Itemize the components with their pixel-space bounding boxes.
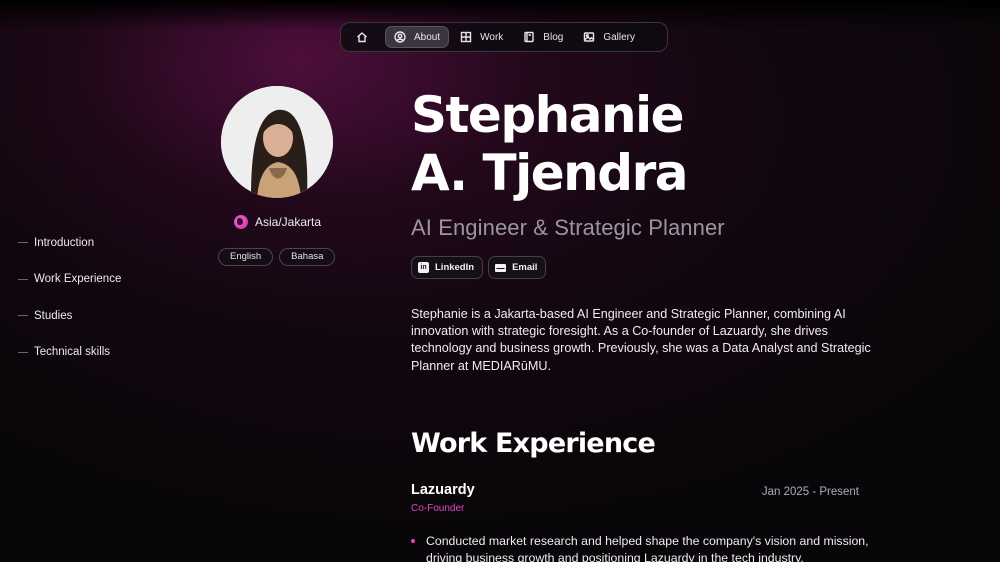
- toc-item-work-experience[interactable]: Work Experience: [18, 273, 121, 286]
- job-bullet: Conducted market research and helped sha…: [411, 533, 871, 562]
- job-date: Jan 2025 - Present: [761, 486, 859, 498]
- nav-home-button[interactable]: [345, 26, 379, 48]
- nav-blog-button[interactable]: Blog: [514, 26, 572, 48]
- nav-blog-label: Blog: [543, 31, 564, 43]
- social-links: in LinkedIn Email: [411, 256, 547, 279]
- toc-label: Introduction: [34, 236, 95, 249]
- globe-icon: [234, 215, 248, 229]
- toc-line: [18, 242, 28, 243]
- role-subtitle: AI Engineer & Strategic Planner: [411, 215, 725, 240]
- page-title: Stephanie A. Tjendra: [411, 86, 831, 202]
- toc-line: [18, 278, 28, 280]
- name-line-2: A. Tjendra: [411, 144, 688, 202]
- user-circle-icon: [394, 31, 406, 43]
- toc-label: Technical skills: [34, 346, 111, 358]
- nav-about-label: About: [414, 31, 441, 43]
- nav-gallery-button[interactable]: Gallery: [574, 26, 644, 48]
- top-nav: About Work Blog Gallery: [340, 22, 668, 52]
- toc-item-technical-skills[interactable]: Technical skills: [18, 346, 121, 359]
- nav-work-button[interactable]: Work: [451, 26, 512, 48]
- job-bullets: Conducted market research and helped sha…: [411, 533, 871, 562]
- background-glow: [0, 0, 1000, 562]
- avatar-portrait: [221, 86, 333, 198]
- toc-line: [18, 351, 28, 353]
- grid-icon: [460, 31, 472, 43]
- location: Asia/Jakarta: [234, 215, 321, 229]
- linkedin-button[interactable]: in LinkedIn: [411, 256, 484, 279]
- toc-label: Work Experience: [34, 273, 122, 285]
- linkedin-icon: in: [418, 262, 429, 273]
- home-icon: [357, 32, 367, 43]
- mail-icon: [495, 263, 507, 272]
- linkedin-label: LinkedIn: [435, 262, 475, 273]
- location-label: Asia/Jakarta: [255, 215, 322, 229]
- job-role: Co-Founder: [411, 503, 465, 514]
- avatar: [221, 86, 333, 198]
- nav-about-button[interactable]: About: [385, 26, 450, 48]
- book-icon: [524, 31, 534, 43]
- nav-gallery-label: Gallery: [603, 31, 635, 43]
- toc-label: Studies: [34, 309, 73, 322]
- work-experience-heading: Work Experience: [411, 428, 656, 459]
- image-icon: [584, 32, 595, 42]
- nav-work-label: Work: [480, 31, 504, 43]
- job-company: Lazuardy: [411, 482, 475, 498]
- language-tag-english: English: [218, 248, 274, 266]
- toc-item-introduction[interactable]: Introduction: [18, 236, 121, 249]
- email-label: Email: [512, 262, 538, 273]
- language-tags: English Bahasa: [218, 248, 336, 266]
- toc-item-studies[interactable]: Studies: [18, 309, 121, 322]
- email-button[interactable]: Email: [488, 256, 547, 279]
- table-of-contents: Introduction Work Experience Studies Tec…: [18, 236, 121, 382]
- language-tag-bahasa: Bahasa: [279, 248, 336, 266]
- bio-paragraph: Stephanie is a Jakarta-based AI Engineer…: [411, 307, 871, 373]
- name-line-1: Stephanie: [411, 86, 685, 144]
- toc-line: [18, 315, 28, 316]
